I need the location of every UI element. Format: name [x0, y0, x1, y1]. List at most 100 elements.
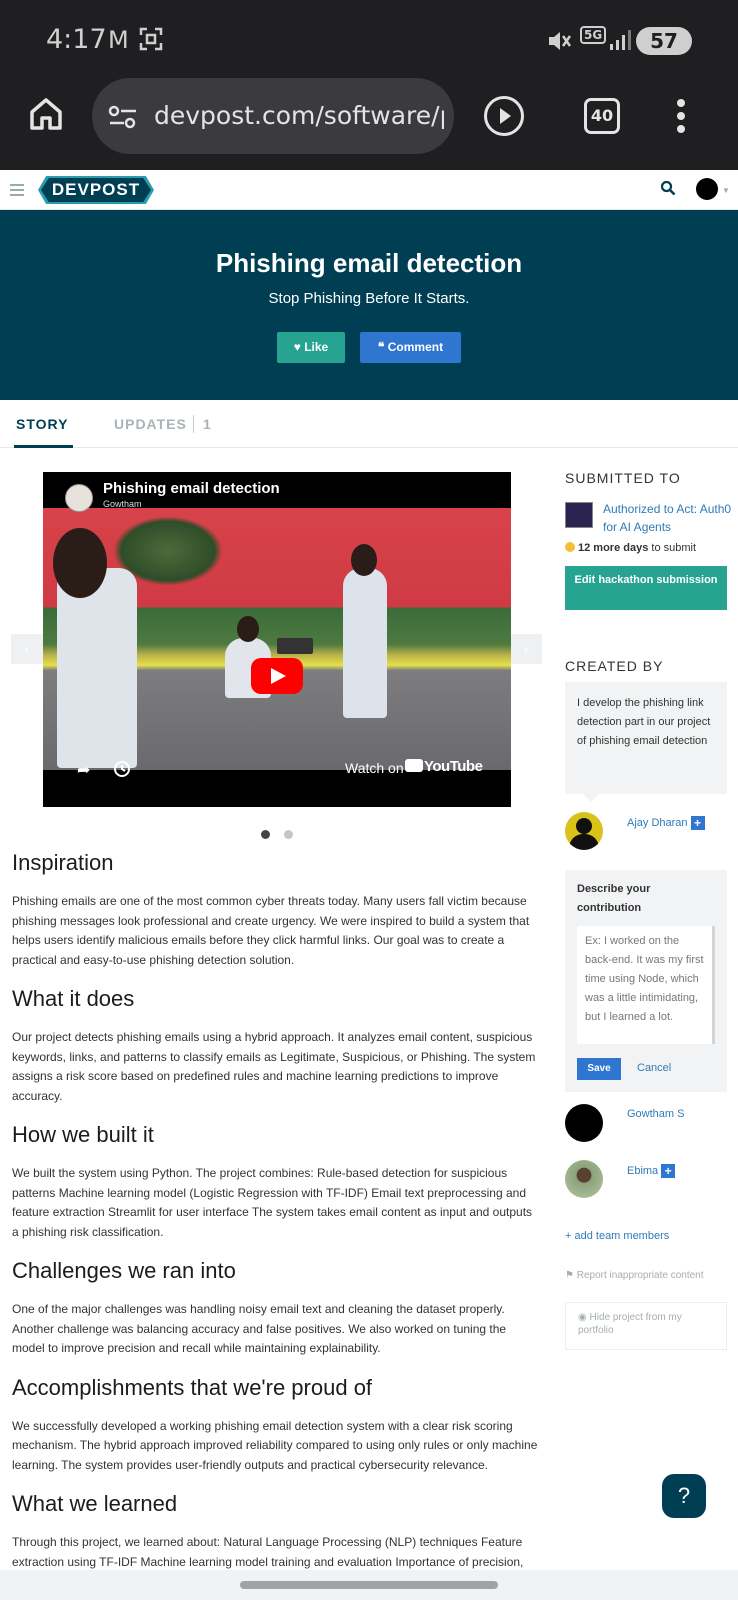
- carousel-dot-active[interactable]: [261, 830, 270, 839]
- network-label: 5G: [580, 26, 607, 44]
- home-icon[interactable]: [28, 96, 64, 137]
- browser-toolbar: devpost.com/software/ph 40: [0, 76, 738, 170]
- tab-divider: [193, 415, 194, 433]
- deadline-info: 12 more days to submit: [565, 542, 696, 554]
- video-channel[interactable]: Gowtham: [103, 499, 142, 509]
- comment-label: Comment: [387, 340, 444, 354]
- section-text: Phishing emails are one of the most comm…: [12, 894, 530, 967]
- caret-icon[interactable]: ▼: [722, 186, 730, 195]
- describe-contribution-form: Describe your contribution Ex: I worked …: [565, 870, 727, 1092]
- signal-icon: [608, 28, 632, 56]
- youtube-play-button[interactable]: [251, 658, 303, 694]
- active-tab-indicator: [14, 445, 73, 448]
- flag-icon: ⚑: [565, 1270, 574, 1281]
- person-head: [53, 528, 107, 598]
- add-team-members-link[interactable]: + add team members: [565, 1230, 669, 1242]
- member-name-text[interactable]: Ajay Dharan: [627, 817, 688, 829]
- watch-on-label[interactable]: Watch on: [345, 760, 404, 776]
- youtube-logo-icon: [405, 759, 423, 772]
- avatar[interactable]: [696, 178, 718, 200]
- team-member[interactable]: Gowtham S: [565, 1104, 735, 1144]
- channel-avatar[interactable]: [65, 484, 93, 512]
- hide-label[interactable]: Hide project from my portfolio: [578, 1312, 682, 1336]
- days-count: 12 more days: [578, 542, 649, 554]
- section-text: One of the major challenges was handling…: [12, 1302, 507, 1355]
- section-text: We built the system using Python. The pr…: [12, 1166, 533, 1239]
- created-by-heading: CREATED BY: [565, 658, 664, 674]
- member-name-text[interactable]: Ebima: [627, 1165, 658, 1177]
- plus-icon[interactable]: +: [690, 816, 705, 830]
- like-button[interactable]: ♥ Like: [277, 332, 345, 363]
- person-figure: [57, 568, 137, 768]
- hackathon-name[interactable]: Authorized to Act: Auth0 for AI Agents: [603, 500, 738, 536]
- project-hero: Phishing email detection Stop Phishing B…: [0, 210, 738, 400]
- youtube-wordmark: YouTube: [424, 758, 483, 775]
- cancel-link[interactable]: Cancel: [637, 1062, 671, 1074]
- story-content: Inspiration Phishing emails are one of t…: [12, 850, 540, 1608]
- tab-updates[interactable]: UPDATES: [114, 416, 187, 432]
- mute-icon: [546, 28, 572, 58]
- play-icon[interactable]: [484, 96, 524, 136]
- section-heading: What we learned: [12, 1491, 178, 1516]
- address-bar[interactable]: devpost.com/software/ph: [92, 78, 454, 154]
- url-text[interactable]: devpost.com/software/ph: [154, 101, 444, 130]
- project-tabs: STORY UPDATES 1: [0, 400, 738, 448]
- gmail-icon: M: [108, 26, 129, 54]
- report-label[interactable]: Report inappropriate content: [577, 1270, 704, 1281]
- like-label: Like: [304, 340, 329, 354]
- search-icon[interactable]: [660, 180, 676, 201]
- tab-story[interactable]: STORY: [16, 416, 68, 432]
- system-nav-bar: [0, 1570, 738, 1600]
- member-name[interactable]: Gowtham S: [627, 1108, 684, 1120]
- comment-button[interactable]: ❝ Comment: [360, 332, 461, 363]
- section-heading: What it does: [12, 986, 135, 1011]
- video-embed[interactable]: Phishing email detection Gowtham ➦ Watch…: [43, 472, 511, 807]
- team-member[interactable]: Ebima +: [565, 1160, 735, 1200]
- avatar[interactable]: [565, 1104, 603, 1142]
- member-name[interactable]: Ajay Dharan +: [627, 816, 705, 830]
- contribution-bubble: I develop the phishing link detection pa…: [565, 682, 727, 802]
- video-title[interactable]: Phishing email detection: [103, 480, 280, 497]
- battery-icon: 57: [636, 27, 692, 55]
- section-text: Our project detects phishing emails usin…: [12, 1030, 536, 1103]
- screenshot-icon: [138, 26, 164, 56]
- status-bar: 4:17 M 5G 57: [0, 0, 738, 76]
- save-button[interactable]: Save: [577, 1058, 621, 1080]
- silhouette-body: [569, 834, 599, 850]
- 5g-icon: 5G: [580, 26, 607, 44]
- plus-icon[interactable]: +: [661, 1164, 676, 1178]
- team-member[interactable]: Ajay Dharan +: [565, 812, 735, 852]
- gallery-prev-button[interactable]: ‹: [11, 634, 43, 664]
- menu-icon[interactable]: [676, 98, 686, 139]
- updates-count: 1: [203, 416, 211, 432]
- report-link[interactable]: ⚑ Report inappropriate content: [565, 1270, 704, 1281]
- person-figure: [343, 568, 387, 718]
- member-name[interactable]: Ebima +: [627, 1164, 676, 1178]
- section-heading: Accomplishments that we're proud of: [12, 1374, 373, 1400]
- gallery-next-button[interactable]: ›: [510, 634, 542, 664]
- video-header: Phishing email detection Gowtham: [43, 472, 511, 512]
- eye-icon: ◉: [578, 1312, 587, 1323]
- watch-later-icon[interactable]: [113, 760, 131, 783]
- hamburger-icon[interactable]: [10, 184, 24, 199]
- section-heading: Challenges we ran into: [12, 1258, 236, 1283]
- contribution-textarea[interactable]: Ex: I worked on the back-end. It was my …: [577, 926, 715, 1044]
- site-settings-icon[interactable]: [108, 104, 138, 135]
- help-button[interactable]: ?: [662, 1474, 706, 1518]
- youtube-logo[interactable]: YouTube: [405, 758, 483, 775]
- carousel-dot[interactable]: [284, 830, 293, 839]
- hackathon-thumbnail[interactable]: [565, 502, 593, 528]
- video-thumbnail: [43, 508, 511, 770]
- person-head: [237, 616, 259, 642]
- avatar[interactable]: [565, 1160, 603, 1198]
- silhouette-head: [576, 818, 592, 834]
- hide-project-link[interactable]: ◉ Hide project from my portfolio: [565, 1302, 727, 1350]
- tab-switcher-button[interactable]: 40: [584, 98, 620, 134]
- gesture-handle[interactable]: [240, 1581, 498, 1589]
- site-header: DEVPOST ▼: [0, 170, 738, 210]
- share-icon[interactable]: ➦: [77, 760, 90, 780]
- devpost-logo[interactable]: DEVPOST: [41, 178, 151, 202]
- avatar[interactable]: [565, 812, 603, 850]
- submitted-to-heading: SUBMITTED TO: [565, 470, 681, 486]
- edit-submission-button[interactable]: Edit hackathon submission: [565, 566, 727, 610]
